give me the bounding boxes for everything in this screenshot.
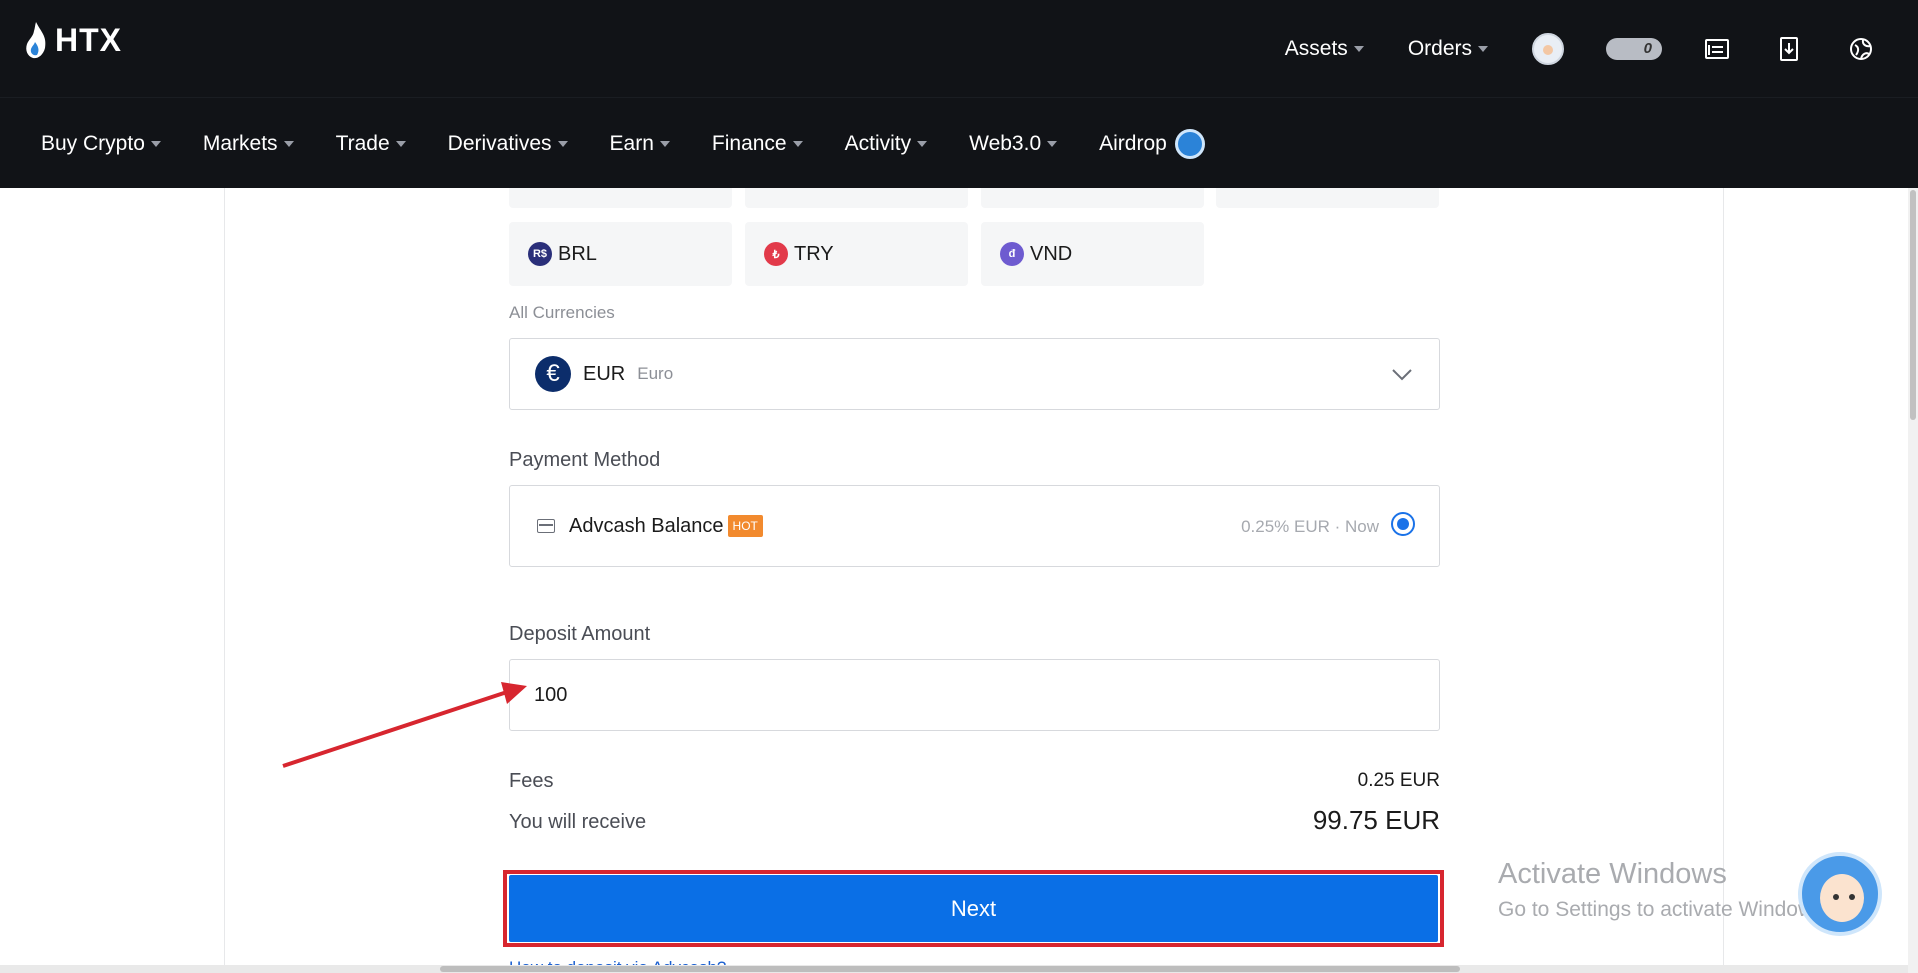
download-icon[interactable] <box>1774 34 1804 64</box>
nav-label: Earn <box>609 131 654 155</box>
currency-code: TRY <box>794 242 834 265</box>
deposit-amount-value: 100 <box>534 683 568 706</box>
nav-item-buy-crypto[interactable]: Buy Crypto <box>41 132 161 156</box>
currency-code: BRL <box>558 242 597 265</box>
try-icon: ₺ <box>764 242 788 266</box>
caret-down-icon <box>150 140 161 147</box>
nav-label: Derivatives <box>447 131 552 155</box>
receive-value: 99.75 EUR <box>1312 805 1440 835</box>
orders-label: Orders <box>1407 36 1472 60</box>
currency-tile-vnd[interactable]: đ VND <box>981 222 1204 286</box>
payment-method-name: Advcash Balance <box>569 514 724 537</box>
nav-item-trade[interactable]: Trade <box>336 132 406 156</box>
deposit-amount-label: Deposit Amount <box>509 623 651 645</box>
chevron-down-icon <box>1392 369 1412 381</box>
windows-watermark-title: Activate Windows <box>1498 858 1727 890</box>
mascot-eye <box>1833 894 1839 900</box>
euro-icon: € <box>535 356 571 392</box>
hot-badge: HOT <box>727 515 763 537</box>
currency-tile-partial[interactable] <box>745 188 968 208</box>
orders-menu[interactable]: Orders <box>1408 37 1488 61</box>
notification-count: 0 <box>1643 39 1652 57</box>
language-globe-icon[interactable] <box>1846 34 1876 64</box>
caret-down-icon <box>792 140 803 147</box>
caret-down-icon <box>395 140 406 147</box>
deposit-amount-input[interactable]: 100 <box>509 659 1440 731</box>
brl-icon: R$ <box>528 242 552 266</box>
assets-menu[interactable]: Assets <box>1285 37 1364 61</box>
nav-label: Trade <box>335 131 390 155</box>
logo-text: HTX <box>55 21 122 58</box>
caret-down-icon <box>1353 45 1364 52</box>
nav-item-airdrop[interactable]: Airdrop <box>1099 128 1205 159</box>
caret-down-icon <box>283 140 294 147</box>
card-icon <box>537 519 555 533</box>
mascot-eye <box>1849 894 1855 900</box>
nav-label: Web3.0 <box>969 131 1042 155</box>
fees-value: 0.25 EUR <box>1357 770 1440 791</box>
airdrop-badge-icon <box>1174 128 1205 159</box>
assets-label: Assets <box>1284 36 1348 60</box>
windows-watermark-subtitle: Go to Settings to activate Windows. <box>1498 898 1830 921</box>
top-header: HTX Assets Orders 0 <box>0 0 1918 97</box>
selected-currency-code: EUR <box>583 362 626 385</box>
nav-item-markets[interactable]: Markets <box>203 132 294 156</box>
currency-code: VND <box>1030 242 1073 265</box>
nav-label: Finance <box>711 131 787 155</box>
caret-down-icon <box>1047 140 1058 147</box>
scrollbar-thumb[interactable] <box>440 966 1460 972</box>
payment-option-advcash[interactable]: Advcash Balance HOT 0.25% EUR · Now <box>509 485 1440 567</box>
next-button[interactable]: Next <box>509 875 1438 942</box>
horizontal-scrollbar[interactable] <box>0 965 1908 973</box>
scrollbar-thumb[interactable] <box>1910 190 1916 420</box>
nav-item-earn[interactable]: Earn <box>610 132 670 156</box>
nav-label: Buy Crypto <box>41 131 145 155</box>
payment-fee-meta: 0.25% EUR · Now <box>1241 517 1379 536</box>
nav-item-derivatives[interactable]: Derivatives <box>448 132 568 156</box>
top-right-menu: Assets Orders 0 <box>1285 0 1918 97</box>
currency-tile-partial[interactable] <box>1216 188 1439 208</box>
currency-tile-brl[interactable]: R$ BRL <box>509 222 732 286</box>
main-nav: Buy Crypto Markets Trade Derivatives Ear… <box>0 97 1918 188</box>
htx-logo[interactable]: HTX <box>23 20 122 60</box>
nav-label: Activity <box>844 131 912 155</box>
vertical-scrollbar[interactable] <box>1908 188 1918 973</box>
selected-currency-name: Euro <box>637 364 674 383</box>
currency-tile-partial[interactable] <box>509 188 732 208</box>
payment-radio[interactable] <box>1391 512 1415 536</box>
vnd-icon: đ <box>1000 242 1024 266</box>
caret-down-icon <box>659 140 670 147</box>
currency-tile-partial[interactable] <box>981 188 1204 208</box>
caret-down-icon <box>1478 45 1488 52</box>
annotation-arrow <box>282 682 527 768</box>
user-avatar[interactable] <box>1532 32 1564 65</box>
receive-label: You will receive <box>509 811 647 833</box>
message-icon[interactable] <box>1702 34 1732 64</box>
caret-down-icon <box>917 140 928 147</box>
payment-method-label: Payment Method <box>509 449 661 471</box>
nav-item-web3[interactable]: Web3.0 <box>969 131 1058 156</box>
currency-tile-try[interactable]: ₺ TRY <box>745 222 968 286</box>
currency-select[interactable]: € EUR Euro <box>509 338 1440 410</box>
flame-icon <box>26 22 46 59</box>
notification-toggle[interactable]: 0 <box>1606 37 1662 60</box>
support-chat-button[interactable] <box>1798 852 1882 936</box>
support-mascot-icon <box>1820 874 1864 922</box>
caret-down-icon <box>557 140 568 147</box>
nav-label: Airdrop <box>1099 131 1167 155</box>
nav-item-finance[interactable]: Finance <box>712 132 803 156</box>
nav-item-activity[interactable]: Activity <box>845 132 928 156</box>
nav-label: Markets <box>202 131 278 155</box>
content-panel <box>224 188 1724 973</box>
all-currencies-label: All Currencies <box>509 303 615 322</box>
